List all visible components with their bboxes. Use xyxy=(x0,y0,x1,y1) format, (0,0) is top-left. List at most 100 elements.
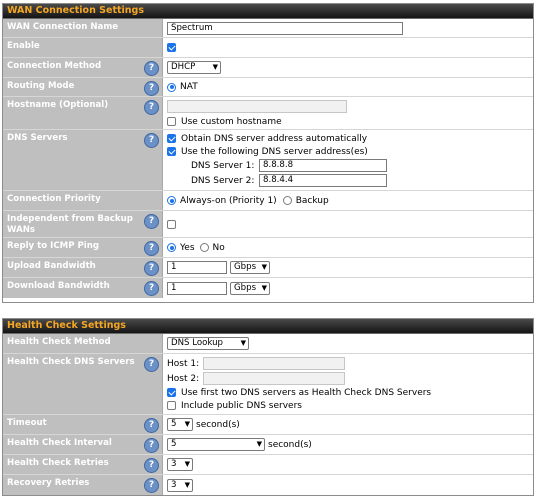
help-icon[interactable]: ? xyxy=(144,418,159,433)
label-health-check-interval: Health Check Interval xyxy=(7,438,112,448)
health-check-method-select[interactable]: DNS Lookup ▼ xyxy=(167,337,249,350)
chevron-down-icon: ▼ xyxy=(240,339,246,347)
download-bandwidth-input[interactable]: 1 xyxy=(167,281,227,295)
help-icon[interactable]: ? xyxy=(144,478,159,493)
use-custom-hostname-checkbox[interactable] xyxy=(167,117,176,126)
hostname-input[interactable] xyxy=(167,100,347,113)
chevron-down-icon: ▼ xyxy=(256,440,262,448)
dns-server-2-label: DNS Server 2: xyxy=(191,175,255,186)
use-following-dns-checkbox[interactable] xyxy=(167,147,176,156)
chevron-down-icon: ▼ xyxy=(184,420,190,428)
timeout-select[interactable]: 5 ▼ xyxy=(167,418,193,431)
dns-server-2-input[interactable]: 8.8.4.4 xyxy=(259,174,387,187)
independent-backup-checkbox[interactable] xyxy=(167,219,176,229)
help-icon[interactable]: ? xyxy=(144,81,159,96)
label-independent-backup: Independent from Backup WANs xyxy=(7,214,133,235)
icmp-yes-radio[interactable] xyxy=(167,243,176,252)
health-check-retries-select[interactable]: 3 ▼ xyxy=(167,458,193,471)
row-wan-connection-name: WAN Connection Name Spectrum xyxy=(3,19,533,38)
row-connection-method: Connection Method? DHCP ▼ xyxy=(3,58,533,78)
priority-always-on-radio[interactable] xyxy=(167,196,176,205)
obtain-dns-auto-label: Obtain DNS server address automatically xyxy=(181,133,368,144)
row-download-bandwidth: Download Bandwidth? 1 Gbps ▼ xyxy=(3,278,533,298)
row-health-check-retries: Health Check Retries? 3 ▼ xyxy=(3,455,533,475)
priority-backup-radio[interactable] xyxy=(282,196,292,205)
section-header-health: Health Check Settings xyxy=(3,319,533,334)
chevron-down-icon: ▼ xyxy=(261,283,267,292)
use-first-two-dns-label: Use first two DNS servers as Health Chec… xyxy=(181,387,432,398)
label-download-bandwidth: Download Bandwidth xyxy=(7,281,110,291)
help-icon[interactable]: ? xyxy=(144,438,159,453)
priority-backup-label: Backup xyxy=(295,195,329,206)
help-icon[interactable]: ? xyxy=(144,241,159,256)
host-1-input[interactable] xyxy=(203,357,345,370)
section-header-wan: WAN Connection Settings xyxy=(3,4,533,19)
timeout-unit: second(s) xyxy=(196,419,240,430)
wan-connection-settings-panel: WAN Connection Settings WAN Connection N… xyxy=(2,3,534,303)
row-health-check-method: Health Check Method DNS Lookup ▼ xyxy=(3,334,533,354)
row-timeout: Timeout? 5 ▼ second(s) xyxy=(3,415,533,435)
wan-connection-name-input[interactable]: Spectrum xyxy=(167,21,403,35)
use-following-dns-label: Use the following DNS server address(es) xyxy=(181,146,368,157)
help-icon[interactable]: ? xyxy=(144,100,159,115)
label-routing-mode: Routing Mode xyxy=(7,81,75,91)
row-reply-icmp: Reply to ICMP Ping? Yes No xyxy=(3,238,533,258)
row-health-check-interval: Health Check Interval? 5 ▼ second(s) xyxy=(3,435,533,455)
upload-bandwidth-input[interactable]: 1 xyxy=(167,261,227,274)
routing-mode-nat-radio[interactable] xyxy=(167,82,176,92)
health-check-settings-panel: Health Check Settings Health Check Metho… xyxy=(2,318,534,496)
help-icon[interactable]: ? xyxy=(144,261,159,276)
label-timeout: Timeout xyxy=(7,418,47,428)
row-hostname: Hostname (Optional)? Use custom hostname xyxy=(3,97,533,130)
chevron-down-icon: ▼ xyxy=(184,460,190,468)
label-wan-connection-name: WAN Connection Name xyxy=(7,22,119,32)
row-routing-mode: Routing Mode? NAT xyxy=(3,78,533,97)
include-public-dns-checkbox[interactable] xyxy=(167,401,176,410)
use-custom-hostname-label: Use custom hostname xyxy=(181,116,282,127)
row-recovery-retries: Recovery Retries? 3 ▼ xyxy=(3,475,533,495)
label-recovery-retries: Recovery Retries xyxy=(7,478,90,488)
host-1-label: Host 1: xyxy=(167,358,200,369)
row-independent-backup: Independent from Backup WANs? xyxy=(3,211,533,238)
label-enable: Enable xyxy=(7,41,40,51)
label-dns-servers: DNS Servers xyxy=(7,133,68,143)
help-icon[interactable]: ? xyxy=(144,214,159,229)
label-connection-method: Connection Method xyxy=(7,61,102,71)
enable-checkbox[interactable] xyxy=(167,43,176,52)
routing-mode-nat-label: NAT xyxy=(180,82,198,92)
host-2-label: Host 2: xyxy=(167,373,200,384)
dns-server-1-input[interactable]: 8.8.8.8 xyxy=(259,159,387,172)
use-first-two-dns-checkbox[interactable] xyxy=(167,388,176,397)
health-check-interval-select[interactable]: 5 ▼ xyxy=(167,438,265,451)
interval-unit: second(s) xyxy=(268,439,312,450)
dns-server-1-label: DNS Server 1: xyxy=(191,160,255,171)
help-icon[interactable]: ? xyxy=(144,357,159,372)
chevron-down-icon: ▼ xyxy=(212,63,218,71)
row-enable: Enable xyxy=(3,38,533,58)
icmp-yes-label: Yes xyxy=(180,242,195,253)
priority-always-on-label: Always-on (Priority 1) xyxy=(180,195,277,206)
connection-method-select[interactable]: DHCP ▼ xyxy=(167,61,221,74)
label-health-check-retries: Health Check Retries xyxy=(7,458,109,468)
label-upload-bandwidth: Upload Bandwidth xyxy=(7,261,96,271)
host-2-input[interactable] xyxy=(203,372,345,385)
recovery-retries-select[interactable]: 3 ▼ xyxy=(167,478,193,492)
label-reply-icmp: Reply to ICMP Ping xyxy=(7,241,100,251)
help-icon[interactable]: ? xyxy=(144,281,159,296)
label-health-check-method: Health Check Method xyxy=(7,337,111,347)
download-unit-select[interactable]: Gbps ▼ xyxy=(230,281,270,295)
obtain-dns-auto-checkbox[interactable] xyxy=(167,134,176,143)
icmp-no-label: No xyxy=(212,242,225,253)
help-icon[interactable]: ? xyxy=(144,133,159,148)
row-upload-bandwidth: Upload Bandwidth? 1 Gbps ▼ xyxy=(3,258,533,278)
row-health-check-dns: Health Check DNS Servers? Host 1: Host 2… xyxy=(3,354,533,415)
row-connection-priority: Connection Priority Always-on (Priority … xyxy=(3,191,533,211)
help-icon[interactable]: ? xyxy=(144,458,159,473)
row-dns-servers: DNS Servers? Obtain DNS server address a… xyxy=(3,130,533,191)
label-connection-priority: Connection Priority xyxy=(7,194,101,204)
help-icon[interactable]: ? xyxy=(144,61,159,76)
icmp-no-radio[interactable] xyxy=(199,243,209,252)
upload-unit-select[interactable]: Gbps ▼ xyxy=(230,261,270,274)
label-hostname: Hostname (Optional) xyxy=(7,100,109,110)
include-public-dns-label: Include public DNS servers xyxy=(181,400,302,411)
